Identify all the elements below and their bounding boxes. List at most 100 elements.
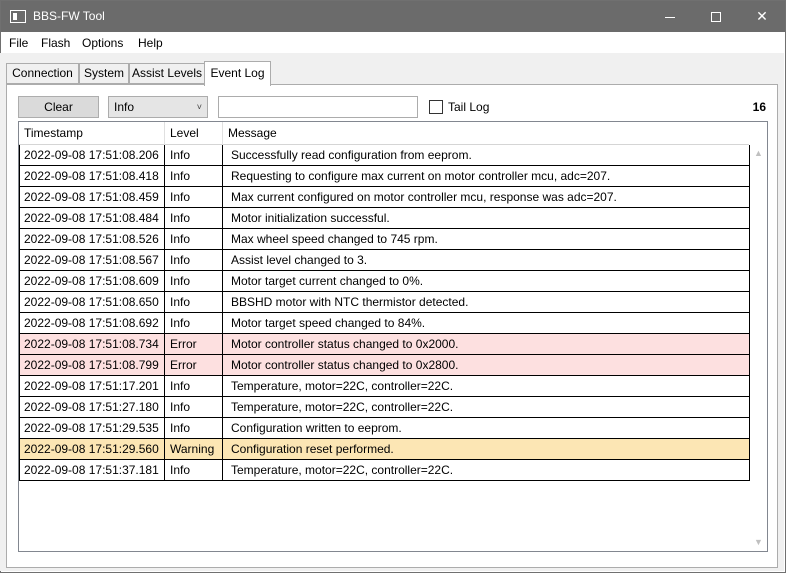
table-row[interactable]: 2022-09-08 17:51:17.201 Info Temperature, … (19, 376, 750, 397)
cell-level: Error (165, 334, 223, 354)
cell-level: Info (165, 418, 223, 438)
cell-timestamp: 2022-09-08 17:51:08.206 (19, 145, 165, 165)
window-title: BBS-FW Tool (33, 9, 105, 23)
table-row[interactable]: 2022-09-08 17:51:29.535 Info Configuration… (19, 418, 750, 439)
tab-connection[interactable]: Connection (6, 63, 79, 84)
event-log-grid[interactable]: Timestamp Level Message 2022-09-08 17:51… (18, 121, 768, 552)
cell-message: Temperature, motor=22C, controller=22C. (231, 379, 454, 393)
table-row[interactable]: 2022-09-08 17:51:08.567 Info Assist level … (19, 250, 750, 271)
cell-message: Motor initialization successful. (231, 211, 390, 225)
cell-timestamp: 2022-09-08 17:51:08.459 (19, 187, 165, 207)
cell-timestamp: 2022-09-08 17:51:27.180 (19, 397, 165, 417)
menu-file[interactable]: File (9, 36, 28, 50)
cell-timestamp: 2022-09-08 17:51:29.535 (19, 418, 165, 438)
column-header-message[interactable]: Message (223, 122, 750, 145)
grid-rows: 2022-09-08 17:51:08.206 Info Successfully … (19, 145, 750, 481)
tail-log-label: Tail Log (448, 100, 490, 114)
cell-level: Info (165, 376, 223, 396)
maximize-icon (711, 12, 721, 23)
clear-button[interactable]: Clear (18, 96, 99, 118)
table-row[interactable]: 2022-09-08 17:51:08.692 Info Motor target … (19, 313, 750, 334)
table-row[interactable]: 2022-09-08 17:51:08.526 Info Max wheel spe… (19, 229, 750, 250)
cell-message: Successfully read configuration from eep… (231, 148, 472, 162)
title-bar[interactable]: BBS-FW Tool ✕ (1, 1, 785, 32)
cell-message: Temperature, motor=22C, controller=22C. (231, 400, 454, 414)
vertical-scrollbar[interactable]: ▲ ▼ (750, 145, 767, 551)
column-header-level[interactable]: Level (165, 122, 223, 145)
cell-message: BBSHD motor with NTC thermistor detected… (231, 295, 469, 309)
cell-level: Info (165, 460, 223, 480)
cell-message: Max current configured on motor controll… (231, 190, 617, 204)
tab-assist-levels[interactable]: Assist Levels (129, 63, 205, 84)
cell-level: Info (165, 229, 223, 249)
cell-timestamp: 2022-09-08 17:51:08.692 (19, 313, 165, 333)
table-row[interactable]: 2022-09-08 17:51:08.459 Info Max current c… (19, 187, 750, 208)
tail-log-checkbox[interactable] (429, 100, 443, 114)
cell-level: Info (165, 250, 223, 270)
table-row[interactable]: 2022-09-08 17:51:37.181 Info Temperature, … (19, 460, 750, 481)
cell-level: Info (165, 397, 223, 417)
cell-timestamp: 2022-09-08 17:51:08.526 (19, 229, 165, 249)
table-row[interactable]: 2022-09-08 17:51:08.650 Info BBSHD motor w… (19, 292, 750, 313)
cell-message: Motor target speed changed to 84%. (231, 316, 426, 330)
cell-timestamp: 2022-09-08 17:51:08.799 (19, 355, 165, 375)
cell-message: Motor target current changed to 0%. (231, 274, 424, 288)
scroll-up-icon[interactable]: ▲ (750, 145, 767, 162)
minimize-icon (665, 16, 675, 18)
table-row[interactable]: 2022-09-08 17:51:08.609 Info Motor target … (19, 271, 750, 292)
scroll-down-icon[interactable]: ▼ (750, 534, 767, 551)
cell-message: Temperature, motor=22C, controller=22C. (231, 463, 454, 477)
maximize-button[interactable] (693, 1, 739, 32)
cell-timestamp: 2022-09-08 17:51:08.650 (19, 292, 165, 312)
cell-level: Info (165, 187, 223, 207)
event-count: 16 (752, 100, 766, 114)
menu-flash[interactable]: Flash (41, 36, 70, 50)
cell-timestamp: 2022-09-08 17:51:37.181 (19, 460, 165, 480)
cell-level: Info (165, 208, 223, 228)
cell-timestamp: 2022-09-08 17:51:08.609 (19, 271, 165, 291)
cell-message: Motor controller status changed to 0x280… (231, 358, 459, 372)
cell-message: Requesting to configure max current on m… (231, 169, 611, 183)
grid-header: Timestamp Level Message (19, 122, 749, 145)
cell-timestamp: 2022-09-08 17:51:08.484 (19, 208, 165, 228)
cell-timestamp: 2022-09-08 17:51:08.734 (19, 334, 165, 354)
cell-message: Configuration reset performed. (231, 442, 394, 456)
close-button[interactable]: ✕ (739, 1, 785, 32)
table-row[interactable]: 2022-09-08 17:51:27.180 Info Temperature, … (19, 397, 750, 418)
column-header-timestamp[interactable]: Timestamp (19, 122, 165, 145)
chevron-down-icon: ˅ (196, 102, 202, 112)
menu-help[interactable]: Help (138, 36, 163, 50)
cell-level: Warning (165, 439, 223, 459)
table-row[interactable]: 2022-09-08 17:51:08.418 Info Requesting to… (19, 166, 750, 187)
filter-input[interactable] (218, 96, 418, 118)
close-icon: ✕ (756, 8, 768, 24)
cell-timestamp: 2022-09-08 17:51:29.560 (19, 439, 165, 459)
menu-bar: File Flash Options Help (1, 32, 785, 54)
cell-message: Max wheel speed changed to 745 rpm. (231, 232, 438, 246)
menu-options[interactable]: Options (82, 36, 123, 50)
table-row[interactable]: 2022-09-08 17:51:08.484 Info Motor initial… (19, 208, 750, 229)
level-select[interactable]: Info ˅ (108, 96, 208, 118)
cell-message: Assist level changed to 3. (231, 253, 368, 267)
cell-timestamp: 2022-09-08 17:51:08.567 (19, 250, 165, 270)
table-row[interactable]: 2022-09-08 17:51:08.799 Error Motor contro… (19, 355, 750, 376)
table-row[interactable]: 2022-09-08 17:51:29.560 Warning Configurat… (19, 439, 750, 460)
table-row[interactable]: 2022-09-08 17:51:08.734 Error Motor contro… (19, 334, 750, 355)
cell-message: Motor controller status changed to 0x200… (231, 337, 459, 351)
cell-timestamp: 2022-09-08 17:51:08.418 (19, 166, 165, 186)
minimize-button[interactable] (647, 1, 693, 32)
cell-level: Info (165, 313, 223, 333)
cell-level: Info (165, 166, 223, 186)
cell-level: Info (165, 271, 223, 291)
tab-event-log[interactable]: Event Log (204, 61, 271, 86)
level-select-value: Info (114, 100, 135, 114)
cell-message: Configuration written to eeprom. (231, 421, 402, 435)
cell-level: Info (165, 292, 223, 312)
app-window-icon (10, 10, 26, 23)
table-row[interactable]: 2022-09-08 17:51:08.206 Info Successfully … (19, 145, 750, 166)
cell-timestamp: 2022-09-08 17:51:17.201 (19, 376, 165, 396)
tab-system[interactable]: System (79, 63, 129, 84)
grid-left-border (19, 145, 20, 481)
cell-level: Info (165, 145, 223, 165)
cell-level: Error (165, 355, 223, 375)
